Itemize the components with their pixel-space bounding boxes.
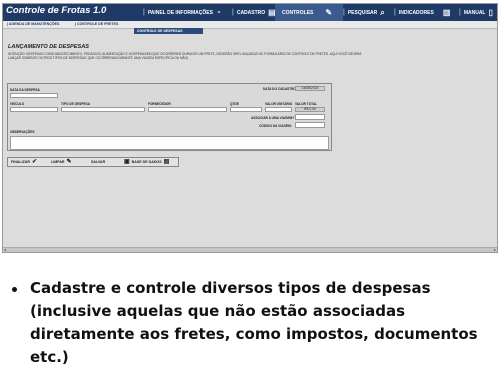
pen-icon: ✎ [325,8,333,17]
chart-icon: ▥ [442,8,451,17]
associar-viagem-label: ASSOCIAR A UMA VIAGEM? [251,116,295,120]
data-despesa-label: DATA DA DESPESA [10,88,40,92]
gauge-icon: ◔ [215,8,221,17]
nav-cadastro[interactable]: | CADASTRO ▤ [232,4,276,21]
veiculo-label: VEÍCULO [10,102,25,106]
tab-fretes-label: CONTROLE DE FRETES [77,22,119,26]
tab-agenda-manutencoes[interactable]: | AGENDA DE MANUTENÇÕES [7,21,59,28]
codigo-viagem-field[interactable] [295,122,325,128]
nav-painel-label: PAINEL DE INFORMAÇÕES [147,9,213,16]
nav-controles-label: CONTROLES [282,9,314,16]
fornecedor-select[interactable] [148,107,227,112]
tipo-despesa-select[interactable] [61,107,145,112]
salvar-label: SALVAR [91,160,106,164]
data-cadastro-field: 14/08/2024 [295,86,325,91]
nav-painel[interactable]: | PAINEL DE INFORMAÇÕES ◔ [143,4,221,21]
observacoes-textarea[interactable] [10,136,329,150]
associar-viagem-select[interactable] [295,114,325,120]
book-icon: ▯ [488,8,493,17]
finalizar-button[interactable]: FINALIZAR ✔ [11,158,37,166]
horizontal-scrollbar[interactable]: ◂ ▸ [3,247,497,252]
limpar-button[interactable]: LIMPAR ✎ [51,158,72,166]
feature-caption: Cadastre e controle diversos tipos de de… [30,279,478,366]
finalizar-label: FINALIZAR [11,160,30,164]
data-despesa-field[interactable] [10,93,58,98]
search-icon: ⌕ [380,7,385,17]
salvar-button[interactable]: SALVAR [91,158,105,166]
nav-indicadores-label: INDICADORES [398,9,434,16]
app-title: Controle de Frotas 1.0 [6,5,107,16]
nav-pesquisar[interactable]: | PESQUISAR ⌕ [343,4,385,21]
nav-manual-label: MANUAL [463,9,486,16]
tab-agenda-label: AGENDA DE MANUTENÇÕES [8,22,60,26]
expense-form: DATA DA DESPESA DATA DO CADASTRO: 14/08/… [7,83,332,151]
menu-item-controle-despesas[interactable]: CONTROLE DE DESPESAS [134,28,203,34]
check-icon: ✔ [31,159,37,166]
limpar-label: LIMPAR [51,160,65,164]
qtde-label: QTDE [230,102,239,106]
page-description: INTENÇÃO: DESPESAS COMO ABASTECIMENTO, P… [8,52,362,61]
qtde-field[interactable] [230,107,262,112]
valor-unitario-label: VALOR UNITÁRIO [265,102,293,106]
data-cadastro-label: DATA DO CADASTRO: [263,87,297,91]
nav-manual[interactable]: | MANUAL ▯ [459,4,493,21]
top-navigation-bar: Controle de Frotas 1.0 | PAINEL DE INFORM… [3,4,497,21]
tab-controle-fretes[interactable]: | CONTROLE DE FRETES [75,21,118,28]
broom-icon: ✎ [66,159,72,166]
base-dados-button[interactable]: ▣ BASE DE DADOS ▤ [124,158,169,166]
nav-pesquisar-label: PESQUISAR [347,9,378,16]
valor-unitario-field[interactable] [265,107,292,112]
database-icon: ▤ [163,159,170,166]
observacoes-label: OBSERVAÇÕES [10,130,35,134]
base-dados-label: BASE DE DADOS [131,160,162,164]
tipo-despesa-label: TIPO DE DESPESA [61,102,90,106]
fornecedor-label: FORNECEDOR [148,102,171,106]
valor-total-label: VALOR TOTAL [295,102,318,106]
save-icon: ▣ [124,159,130,166]
page-title: LANÇAMENTO DE DESPESAS [8,44,90,50]
action-bar: FINALIZAR ✔ LIMPAR ✎ SALVAR ▣ BASE DE DADOS… [7,157,179,167]
scroll-left-icon[interactable]: ◂ [4,247,6,252]
codigo-viagem-label: CÓDIGO DA VIAGEM: [259,124,292,128]
sub-navigation-bar: | AGENDA DE MANUTENÇÕES | CONTROLE DE FR… [3,21,497,29]
nav-cadastro-label: CADASTRO [236,9,266,16]
valor-total-field: R$ 0,00 [295,107,325,112]
app-screenshot: Controle de Frotas 1.0 | PAINEL DE INFORM… [2,3,498,253]
nav-controles[interactable]: CONTROLES ✎ [275,4,343,21]
veiculo-select[interactable] [10,107,58,112]
scroll-right-icon[interactable]: ▸ [494,247,496,252]
nav-indicadores[interactable]: | INDICADORES ▥ [394,4,450,21]
